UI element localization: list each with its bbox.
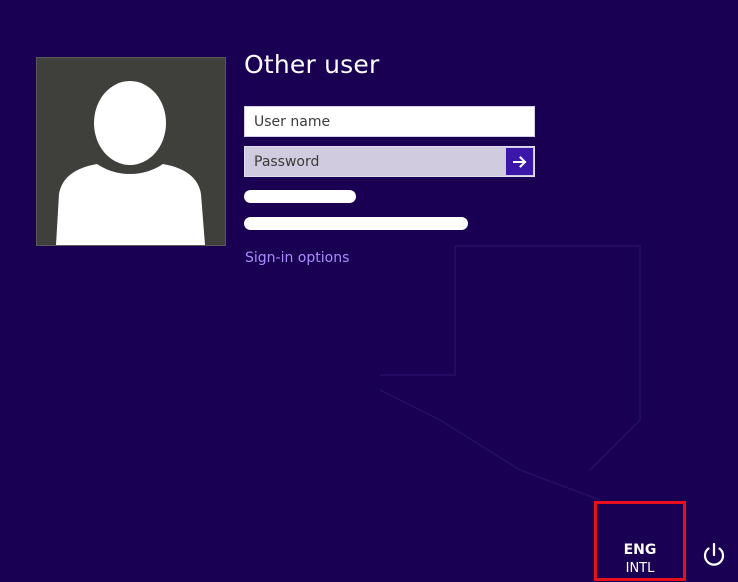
arrow-right-icon <box>512 155 526 168</box>
power-icon <box>703 542 725 566</box>
user-avatar <box>36 57 226 246</box>
signin-options-link[interactable]: Sign-in options <box>245 250 349 266</box>
password-field-container <box>244 146 535 177</box>
user-silhouette-icon <box>56 81 205 245</box>
language-code: ENG <box>623 542 657 558</box>
submit-button[interactable] <box>506 148 533 175</box>
redacted-link-line <box>244 217 468 230</box>
keyboard-layout: INTL <box>625 561 655 576</box>
redacted-text-line <box>244 190 356 203</box>
password-input[interactable] <box>245 147 505 176</box>
language-indicator[interactable]: ENG INTL <box>594 501 686 581</box>
username-input[interactable] <box>244 106 535 137</box>
page-title: Other user <box>244 50 380 79</box>
power-button[interactable] <box>700 541 728 569</box>
